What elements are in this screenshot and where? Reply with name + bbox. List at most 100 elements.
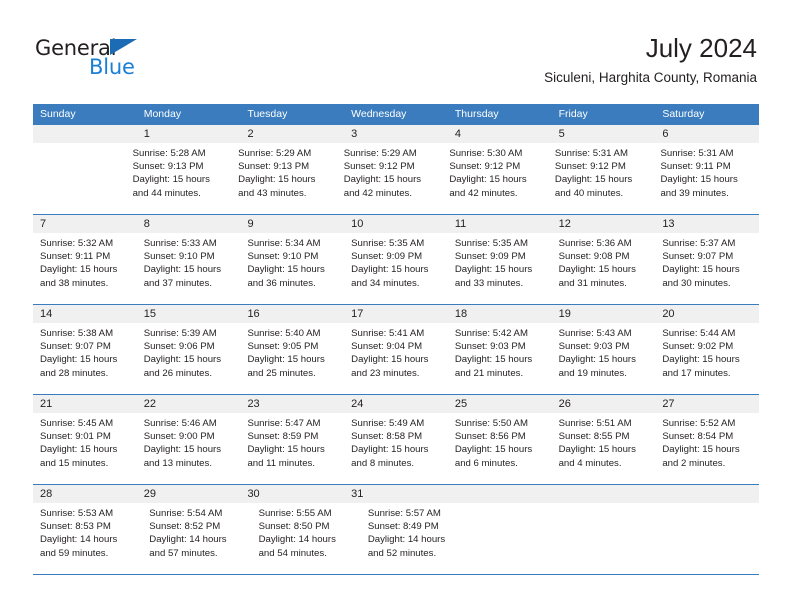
day-number[interactable]: 19: [552, 305, 656, 323]
day-cell[interactable]: Sunrise: 5:57 AM Sunset: 8:49 PM Daylight:…: [361, 503, 470, 574]
day-daylight-line2-text: and 42 minutes.: [449, 187, 518, 199]
day-number[interactable]: 5: [552, 125, 656, 143]
day-daylight-line1-text: Daylight: 15 hours: [247, 354, 325, 366]
calendar-week-row: 21 22 23 24 25 26 27 Sunrise: 5:45 AM Sunset: 9:…: [33, 395, 759, 485]
day-number[interactable]: 18: [448, 305, 552, 323]
day-number[interactable]: 26: [552, 395, 656, 413]
day-daylight-line1-text: Daylight: 15 hours: [40, 264, 118, 276]
day-cell[interactable]: Sunrise: 5:46 AM Sunset: 9:00 PM Daylight:…: [137, 413, 241, 484]
day-daylight-line1-text: Daylight: 15 hours: [351, 444, 429, 456]
day-number[interactable]: 4: [448, 125, 552, 143]
day-number[interactable]: 22: [137, 395, 241, 413]
day-cell[interactable]: Sunrise: 5:33 AM Sunset: 9:10 PM Daylight:…: [137, 233, 241, 304]
day-sunset-text: Sunset: 9:10 PM: [143, 251, 215, 263]
day-number[interactable]: 24: [344, 395, 448, 413]
day-daylight-line1-text: Daylight: 15 hours: [662, 264, 740, 276]
day-cell[interactable]: Sunrise: 5:52 AM Sunset: 8:54 PM Daylight:…: [655, 413, 759, 484]
day-cell[interactable]: Sunrise: 5:47 AM Sunset: 8:59 PM Daylight:…: [240, 413, 344, 484]
day-number[interactable]: 20: [655, 305, 759, 323]
day-number[interactable]: 6: [655, 125, 759, 143]
day-number[interactable]: 31: [344, 485, 448, 503]
day-sunrise-text: Sunrise: 5:31 AM: [660, 148, 734, 159]
day-sunset-text: Sunset: 9:13 PM: [238, 161, 310, 173]
general-blue-logo[interactable]: General Blue: [35, 36, 185, 84]
day-cell[interactable]: Sunrise: 5:28 AM Sunset: 9:13 PM Daylight:…: [126, 143, 232, 214]
day-cell[interactable]: Sunrise: 5:40 AM Sunset: 9:05 PM Daylight:…: [240, 323, 344, 394]
day-cell[interactable]: Sunrise: 5:30 AM Sunset: 9:12 PM Daylight:…: [442, 143, 548, 214]
day-number[interactable]: 27: [655, 395, 759, 413]
day-number[interactable]: 12: [552, 215, 656, 233]
weekday-header-row: Sunday Monday Tuesday Wednesday Thursday Frid…: [33, 104, 759, 125]
day-daylight-line1-text: Daylight: 15 hours: [351, 354, 429, 366]
day-daylight-line1-text: Daylight: 15 hours: [247, 444, 325, 456]
day-cell[interactable]: Sunrise: 5:38 AM Sunset: 9:07 PM Daylight:…: [33, 323, 137, 394]
day-cell[interactable]: Sunrise: 5:29 AM Sunset: 9:13 PM Daylight:…: [231, 143, 337, 214]
day-daylight-line1-text: Daylight: 15 hours: [558, 264, 636, 276]
day-daylight-line2-text: and 34 minutes.: [351, 277, 420, 289]
day-cell[interactable]: Sunrise: 5:51 AM Sunset: 8:55 PM Daylight:…: [552, 413, 656, 484]
day-cell[interactable]: Sunrise: 5:44 AM Sunset: 9:02 PM Daylight:…: [655, 323, 759, 394]
page-title: July 2024: [645, 33, 757, 63]
day-number-row: 28 29 30 31: [33, 485, 759, 503]
day-daylight-line1-text: Daylight: 15 hours: [132, 174, 210, 186]
day-number[interactable]: 30: [240, 485, 344, 503]
day-sunset-text: Sunset: 9:06 PM: [143, 341, 215, 353]
day-cell[interactable]: Sunrise: 5:36 AM Sunset: 9:08 PM Daylight:…: [552, 233, 656, 304]
day-cell[interactable]: Sunrise: 5:54 AM Sunset: 8:52 PM Daylight:…: [142, 503, 251, 574]
day-daylight-line2-text: and 6 minutes.: [454, 457, 518, 469]
day-sunrise-text: Sunrise: 5:53 AM: [40, 508, 114, 519]
day-cell[interactable]: Sunrise: 5:31 AM Sunset: 9:11 PM Daylight:…: [653, 143, 759, 214]
day-number[interactable]: 25: [448, 395, 552, 413]
day-cell[interactable]: Sunrise: 5:45 AM Sunset: 9:01 PM Daylight:…: [33, 413, 137, 484]
day-number[interactable]: 29: [137, 485, 241, 503]
day-cell[interactable]: Sunrise: 5:39 AM Sunset: 9:06 PM Daylight:…: [137, 323, 241, 394]
day-detail-row: Sunrise: 5:53 AM Sunset: 8:53 PM Daylight:…: [33, 503, 759, 574]
day-daylight-line2-text: and 2 minutes.: [662, 457, 726, 469]
day-daylight-line1-text: Daylight: 15 hours: [40, 354, 118, 366]
day-number[interactable]: 10: [344, 215, 448, 233]
day-sunrise-text: Sunrise: 5:38 AM: [40, 328, 114, 339]
day-number[interactable]: 16: [240, 305, 344, 323]
day-number[interactable]: 3: [344, 125, 448, 143]
day-number[interactable]: 1: [137, 125, 241, 143]
day-number[interactable]: 28: [33, 485, 137, 503]
weekday-header-saturday: Saturday: [662, 108, 705, 120]
day-number[interactable]: 21: [33, 395, 137, 413]
day-sunrise-text: Sunrise: 5:52 AM: [662, 418, 736, 429]
day-cell[interactable]: Sunrise: 5:42 AM Sunset: 9:03 PM Daylight:…: [448, 323, 552, 394]
day-cell[interactable]: Sunrise: 5:32 AM Sunset: 9:11 PM Daylight:…: [33, 233, 137, 304]
day-daylight-line2-text: and 38 minutes.: [40, 277, 109, 289]
day-number[interactable]: 2: [240, 125, 344, 143]
day-detail-row: Sunrise: 5:45 AM Sunset: 9:01 PM Daylight:…: [33, 413, 759, 484]
day-number[interactable]: 11: [448, 215, 552, 233]
day-number[interactable]: 17: [344, 305, 448, 323]
day-daylight-line1-text: Daylight: 15 hours: [454, 264, 533, 276]
day-cell[interactable]: Sunrise: 5:35 AM Sunset: 9:09 PM Daylight:…: [448, 233, 552, 304]
day-cell[interactable]: Sunrise: 5:53 AM Sunset: 8:53 PM Daylight:…: [33, 503, 142, 574]
empty-day-number: [552, 485, 656, 503]
day-cell[interactable]: Sunrise: 5:31 AM Sunset: 9:12 PM Daylight:…: [548, 143, 654, 214]
day-cell[interactable]: Sunrise: 5:29 AM Sunset: 9:12 PM Daylight:…: [337, 143, 443, 214]
day-cell[interactable]: Sunrise: 5:37 AM Sunset: 9:07 PM Daylight:…: [655, 233, 759, 304]
day-cell[interactable]: Sunrise: 5:50 AM Sunset: 8:56 PM Daylight:…: [448, 413, 552, 484]
weekday-header-wednesday: Wednesday: [351, 108, 407, 120]
day-cell[interactable]: Sunrise: 5:35 AM Sunset: 9:09 PM Daylight:…: [344, 233, 448, 304]
day-sunrise-text: Sunrise: 5:37 AM: [662, 238, 736, 249]
day-number[interactable]: 8: [137, 215, 241, 233]
day-number[interactable]: 15: [137, 305, 241, 323]
day-cell[interactable]: Sunrise: 5:34 AM Sunset: 9:10 PM Daylight:…: [240, 233, 344, 304]
day-number[interactable]: 14: [33, 305, 137, 323]
day-daylight-line2-text: and 52 minutes.: [367, 547, 437, 559]
day-number[interactable]: 13: [655, 215, 759, 233]
day-sunset-text: Sunset: 9:03 PM: [454, 341, 526, 353]
day-number[interactable]: 7: [33, 215, 137, 233]
day-number[interactable]: 23: [240, 395, 344, 413]
day-cell[interactable]: Sunrise: 5:43 AM Sunset: 9:03 PM Daylight:…: [552, 323, 656, 394]
day-daylight-line1-text: Daylight: 14 hours: [40, 534, 118, 546]
day-sunrise-text: Sunrise: 5:50 AM: [454, 418, 528, 429]
day-cell[interactable]: Sunrise: 5:41 AM Sunset: 9:04 PM Daylight:…: [344, 323, 448, 394]
day-cell[interactable]: Sunrise: 5:49 AM Sunset: 8:58 PM Daylight:…: [344, 413, 448, 484]
day-daylight-line1-text: Daylight: 15 hours: [143, 444, 222, 456]
day-cell[interactable]: Sunrise: 5:55 AM Sunset: 8:50 PM Daylight:…: [252, 503, 361, 574]
day-number[interactable]: 9: [240, 215, 344, 233]
